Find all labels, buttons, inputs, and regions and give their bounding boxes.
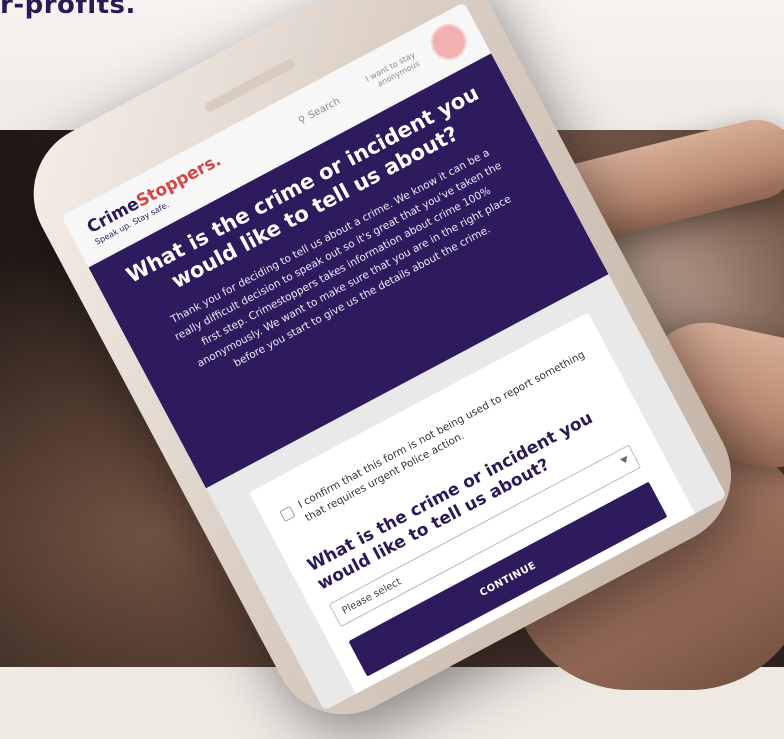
confirm-checkbox[interactable]: [279, 505, 296, 523]
anonymous-link[interactable]: I want to stay anonymous: [351, 50, 422, 101]
chevron-down-icon: [619, 455, 630, 465]
search-label: Search: [306, 95, 342, 122]
search-icon: ⚲: [296, 113, 309, 127]
anonymous-avatar[interactable]: [424, 17, 474, 67]
banner-headline-fragment: r-profits.: [0, 0, 136, 20]
select-value: Please select: [340, 575, 404, 617]
search-link[interactable]: ⚲ Search: [296, 95, 342, 126]
